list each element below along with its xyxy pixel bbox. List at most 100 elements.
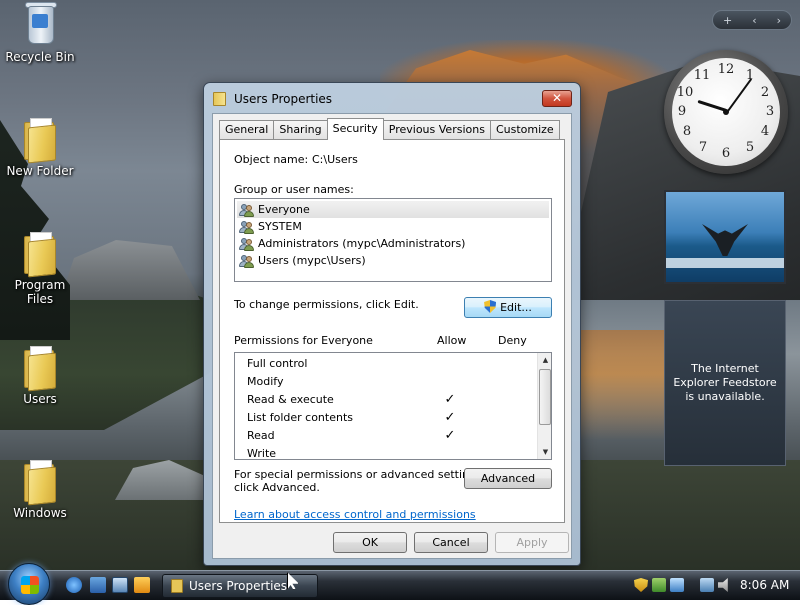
start-button[interactable] bbox=[8, 563, 50, 605]
windows-logo-icon bbox=[21, 576, 39, 594]
list-item-label: Administrators (mypc\Administrators) bbox=[258, 237, 466, 250]
taskbar-button-users-properties[interactable]: Users Properties bbox=[162, 574, 318, 598]
dialog-client: General Sharing Security Previous Versio… bbox=[212, 113, 572, 559]
clock-number: 3 bbox=[765, 104, 775, 119]
show-desktop-icon[interactable] bbox=[90, 577, 106, 593]
clock-number: 12 bbox=[717, 62, 735, 77]
desktop-icon-label: Recycle Bin bbox=[5, 50, 75, 64]
clock-gadget[interactable]: 12 1 2 3 4 5 6 7 8 9 10 11 bbox=[664, 50, 788, 174]
clock-number: 2 bbox=[760, 85, 770, 100]
desktop-icon-new-folder[interactable]: New Folder bbox=[0, 116, 80, 178]
tab-general[interactable]: General bbox=[219, 120, 275, 140]
title-bar[interactable]: Users Properties ✕ bbox=[204, 83, 580, 113]
feed-unavailable-message: The Internet Explorer Feedstore is unava… bbox=[673, 362, 777, 403]
desktop-icon-label: Program Files bbox=[14, 278, 66, 306]
allow-column-header: Allow bbox=[437, 334, 467, 347]
advanced-button[interactable]: Advanced bbox=[464, 468, 552, 489]
clock-number: 11 bbox=[693, 68, 711, 83]
uac-shield-icon bbox=[484, 300, 497, 313]
wallpaper-rock bbox=[60, 240, 200, 300]
whale-tail-image bbox=[702, 224, 748, 256]
scrollbar-thumb[interactable] bbox=[539, 369, 551, 425]
ok-button[interactable]: OK bbox=[333, 532, 407, 553]
apply-button[interactable]: Apply bbox=[495, 532, 569, 553]
taskbar: Users Properties 8:06 AM bbox=[0, 563, 800, 605]
media-player-icon[interactable] bbox=[134, 577, 150, 593]
desktop-icon-program-files[interactable]: Program Files bbox=[0, 230, 80, 306]
permissions-scrollbar[interactable]: ▲ ▼ bbox=[537, 353, 551, 459]
close-icon: ✕ bbox=[551, 91, 563, 105]
learn-more-link[interactable]: Learn about access control and permissio… bbox=[234, 508, 476, 521]
desktop-icon-label: Windows bbox=[13, 506, 67, 520]
taskbar-clock[interactable]: 8:06 AM bbox=[740, 578, 789, 592]
list-item-label: SYSTEM bbox=[258, 220, 302, 233]
slideshow-gadget[interactable] bbox=[664, 190, 786, 284]
allow-check: ✓ bbox=[444, 410, 456, 425]
group-user-list[interactable]: Everyone SYSTEM Administrators (mypc\Adm… bbox=[234, 198, 552, 282]
permissions-for-label: Permissions for Everyone bbox=[234, 334, 373, 347]
clock-number: 5 bbox=[745, 140, 755, 155]
permissions-list[interactable]: Full control Modify Read & execute ✓ Lis… bbox=[234, 352, 552, 460]
user-group-icon bbox=[239, 237, 255, 251]
previous-gadget-button[interactable]: ‹ bbox=[752, 14, 756, 27]
allow-check: ✓ bbox=[444, 428, 456, 443]
tab-customize[interactable]: Customize bbox=[489, 120, 560, 140]
window-title: Users Properties bbox=[234, 92, 333, 106]
user-group-icon bbox=[239, 203, 255, 217]
add-gadget-button[interactable]: + bbox=[723, 14, 732, 27]
clock-number: 10 bbox=[676, 85, 694, 100]
desktop-icon-users[interactable]: Users bbox=[0, 344, 80, 406]
internet-explorer-icon[interactable] bbox=[66, 577, 82, 593]
taskbar-button-label: Users Properties bbox=[189, 579, 288, 593]
allow-check: ✓ bbox=[444, 392, 456, 407]
security-shield-icon[interactable] bbox=[634, 578, 648, 592]
change-permissions-text: To change permissions, click Edit. bbox=[234, 298, 419, 311]
minute-hand bbox=[726, 78, 753, 114]
feed-headlines-gadget[interactable]: The Internet Explorer Feedstore is unava… bbox=[664, 300, 786, 466]
permission-row: Read & execute ✓ bbox=[247, 391, 535, 409]
edit-button[interactable]: Edit... bbox=[464, 297, 552, 318]
properties-window: Users Properties ✕ General Sharing Secur… bbox=[203, 82, 581, 566]
clock-face: 12 1 2 3 4 5 6 7 8 9 10 11 bbox=[672, 58, 780, 166]
permission-row: List folder contents ✓ bbox=[247, 409, 535, 427]
next-gadget-button[interactable]: › bbox=[777, 14, 781, 27]
update-icon[interactable] bbox=[652, 578, 666, 592]
special-permissions-text-2: click Advanced. bbox=[234, 481, 320, 494]
close-button[interactable]: ✕ bbox=[542, 90, 572, 107]
folder-icon bbox=[20, 230, 60, 278]
list-item-system[interactable]: SYSTEM bbox=[237, 218, 549, 235]
cancel-button[interactable]: Cancel bbox=[414, 532, 488, 553]
permission-name: Read & execute bbox=[247, 393, 334, 406]
list-item-everyone[interactable]: Everyone bbox=[237, 201, 549, 218]
folder-icon bbox=[20, 344, 60, 392]
clock-number: 8 bbox=[682, 124, 692, 139]
computers-icon[interactable] bbox=[700, 578, 714, 592]
volume-muted-icon[interactable] bbox=[718, 578, 728, 592]
object-name-label: Object name: bbox=[234, 153, 309, 166]
network-icon[interactable] bbox=[670, 578, 684, 592]
sidebar-controls: + ‹ › bbox=[712, 10, 792, 30]
clock-number: 9 bbox=[677, 104, 687, 119]
permission-name: Full control bbox=[247, 357, 308, 370]
desktop-icon-windows[interactable]: Windows bbox=[0, 458, 80, 520]
scroll-down-arrow-icon[interactable]: ▼ bbox=[538, 445, 551, 459]
clock-number: 4 bbox=[760, 124, 770, 139]
deny-column-header: Deny bbox=[498, 334, 527, 347]
edit-button-label: Edit... bbox=[500, 301, 532, 314]
water-splash bbox=[666, 258, 784, 268]
user-group-icon bbox=[239, 254, 255, 268]
desktop-icon-recycle-bin[interactable]: Recycle Bin bbox=[0, 2, 80, 64]
tab-sharing[interactable]: Sharing bbox=[273, 120, 328, 140]
list-item-users[interactable]: Users (mypc\Users) bbox=[237, 252, 549, 269]
tab-previous-versions[interactable]: Previous Versions bbox=[382, 120, 491, 140]
scroll-up-arrow-icon[interactable]: ▲ bbox=[538, 353, 551, 367]
list-item-administrators[interactable]: Administrators (mypc\Administrators) bbox=[237, 235, 549, 252]
permission-row: Full control bbox=[247, 355, 535, 373]
switch-windows-icon[interactable] bbox=[112, 577, 128, 593]
permission-row: Modify bbox=[247, 373, 535, 391]
group-names-label: Group or user names: bbox=[234, 183, 354, 196]
clock-number: 6 bbox=[721, 146, 731, 161]
tab-security[interactable]: Security bbox=[326, 118, 384, 140]
permission-row: Read ✓ bbox=[247, 427, 535, 445]
clock-pin bbox=[723, 109, 729, 115]
